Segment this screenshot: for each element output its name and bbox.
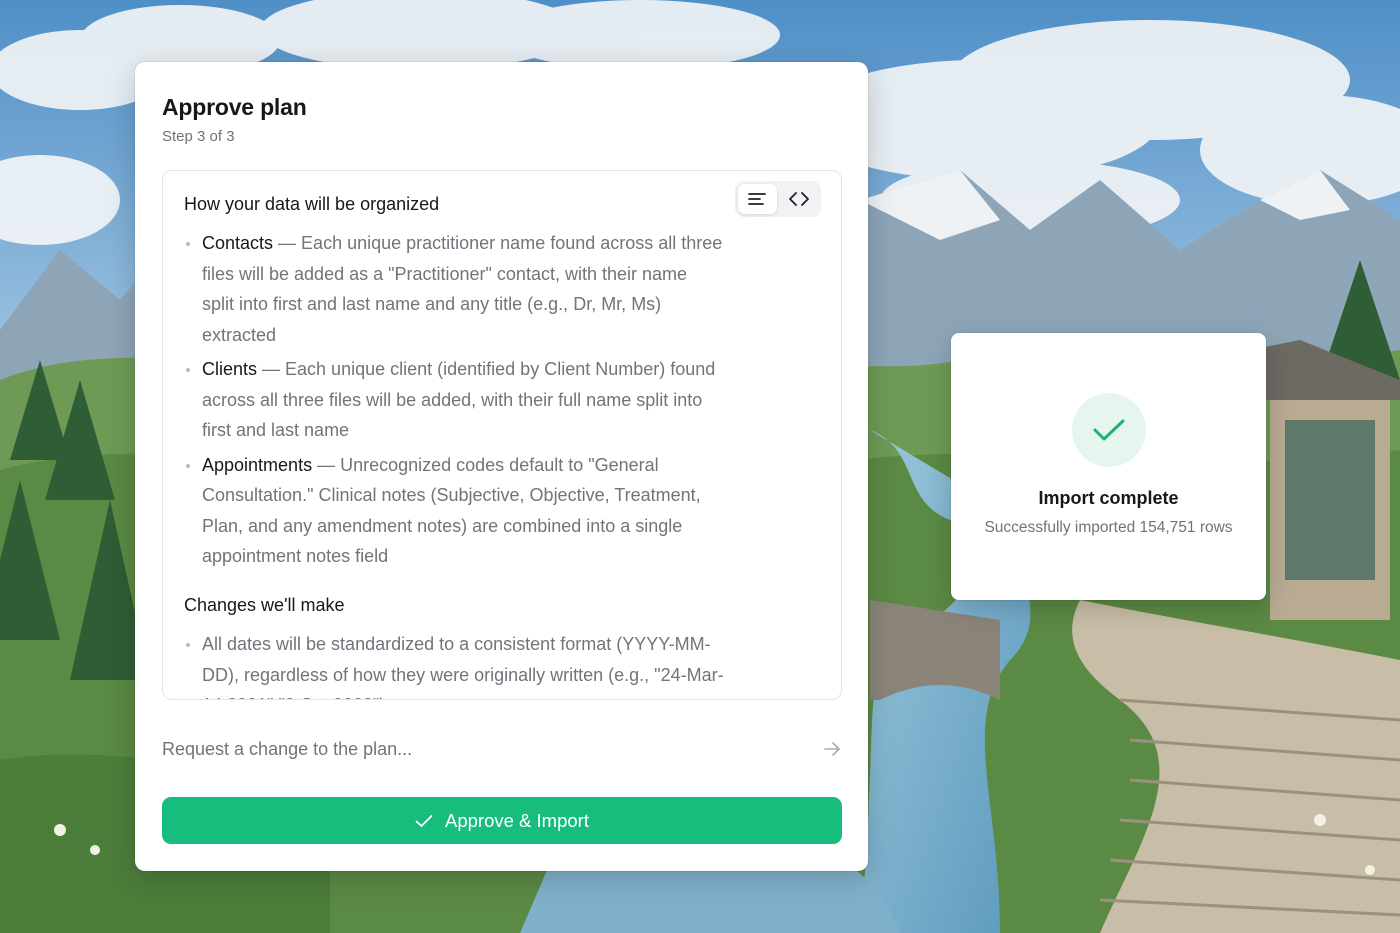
item-term: Contacts xyxy=(202,233,274,253)
organized-list: Contacts — Each unique practitioner name… xyxy=(184,228,724,572)
import-complete-subtitle: Successfully imported 154,751 rows xyxy=(984,519,1233,536)
approve-button-label: Approve & Import xyxy=(445,809,589,831)
import-complete-title: Import complete xyxy=(1038,488,1179,508)
plan-title: Approve plan xyxy=(162,94,307,120)
item-text: — Each unique client (identified by Clie… xyxy=(202,359,716,440)
changes-heading: Changes we'll make xyxy=(184,595,345,615)
check-icon xyxy=(415,814,433,828)
plan-details-panel[interactable]: How your data will be organized Contacts… xyxy=(162,170,842,700)
arrow-right-icon[interactable] xyxy=(822,739,842,759)
list-item: Appointments — Unrecognized codes defaul… xyxy=(184,450,724,572)
step-indicator: Step 3 of 3 xyxy=(162,128,235,145)
code-brackets-icon xyxy=(788,192,809,206)
approve-plan-card: Approve plan Step 3 of 3 How your data w… xyxy=(135,62,868,871)
organized-heading: How your data will be organized xyxy=(184,194,440,214)
item-text: All dates will be standardized to a cons… xyxy=(202,634,724,699)
list-item: Contacts — Each unique practitioner name… xyxy=(184,228,724,350)
text-align-left-icon xyxy=(748,192,767,206)
change-request-placeholder: Request a change to the plan... xyxy=(162,738,413,759)
list-item: All dates will be standardized to a cons… xyxy=(184,629,724,699)
success-check-icon xyxy=(1072,393,1146,467)
view-toggle xyxy=(735,181,821,217)
item-term: Appointments xyxy=(202,454,313,475)
list-item: Clients — Each unique client (identified… xyxy=(184,354,724,446)
item-text: — Each unique practitioner name found ac… xyxy=(202,233,723,345)
text-view-button[interactable] xyxy=(738,184,777,214)
changes-list: All dates will be standardized to a cons… xyxy=(184,629,724,699)
import-complete-card: Import complete Successfully imported 15… xyxy=(951,333,1266,600)
change-request-input[interactable]: Request a change to the plan... xyxy=(162,732,842,766)
approve-import-button[interactable]: Approve & Import xyxy=(162,797,842,844)
code-view-button[interactable] xyxy=(780,184,819,214)
item-term: Clients xyxy=(202,359,258,379)
